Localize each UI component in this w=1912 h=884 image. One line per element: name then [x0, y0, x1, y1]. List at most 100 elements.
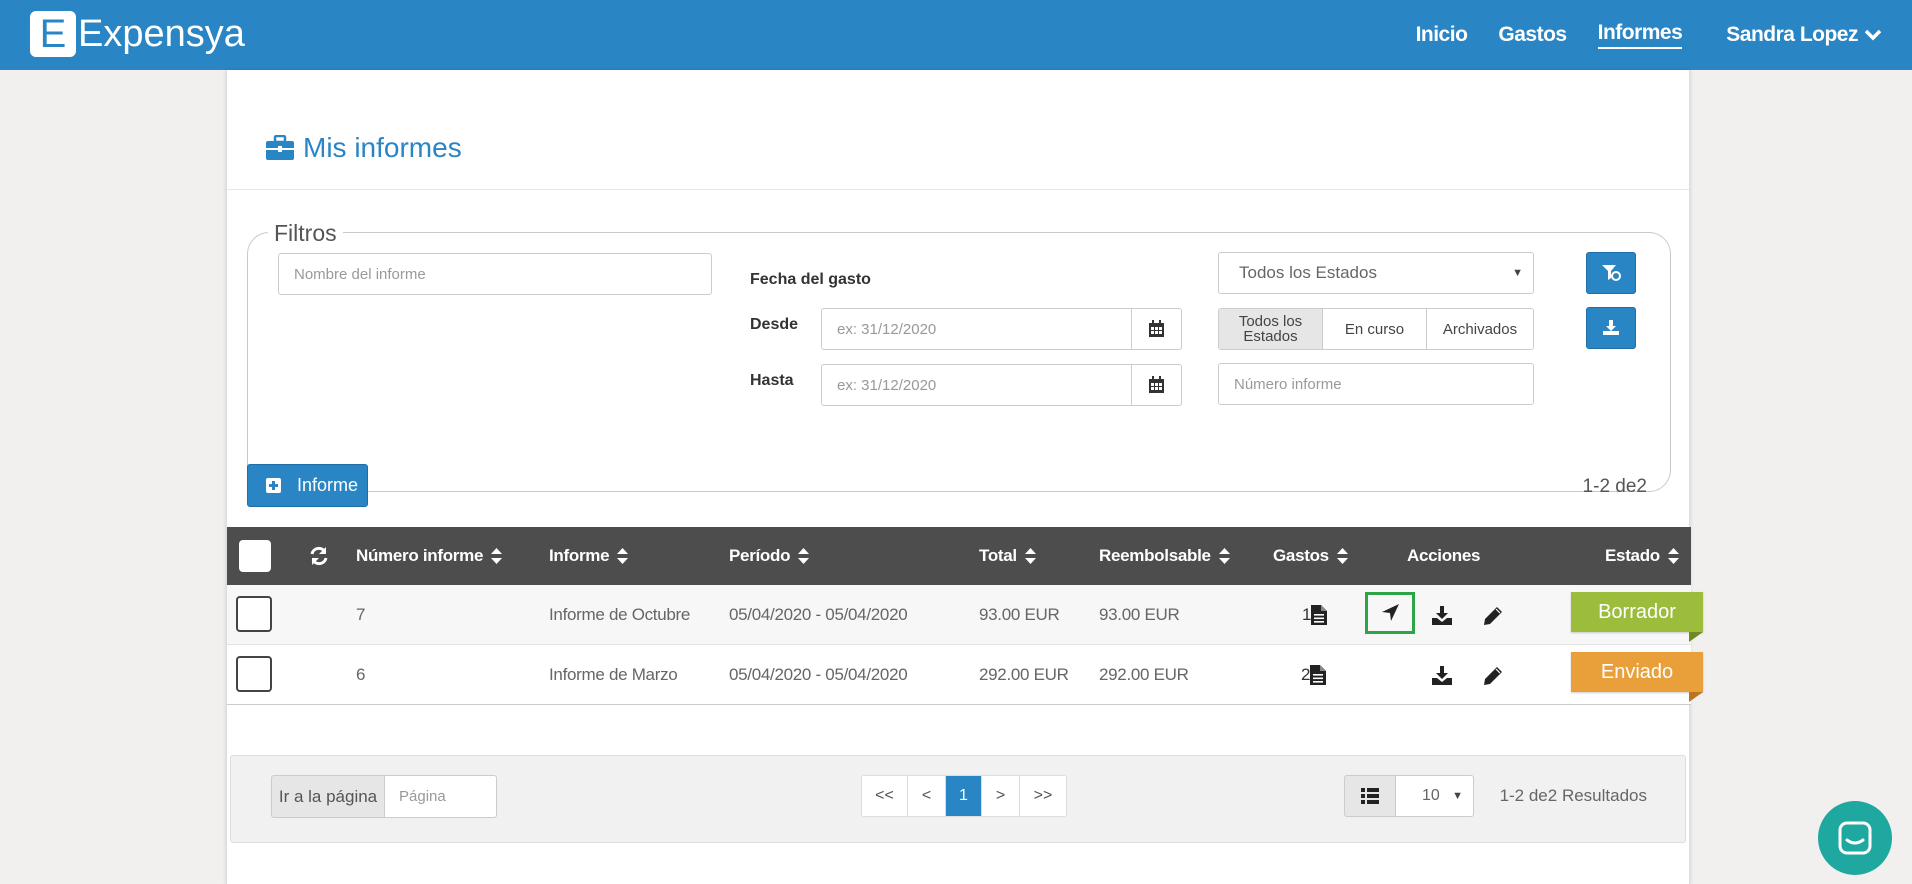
- app-name: Expensya: [78, 12, 245, 55]
- column-label: Acciones: [1407, 546, 1481, 565]
- page-header: Mis informes: [265, 132, 462, 164]
- next-page-button[interactable]: >: [982, 776, 1020, 816]
- status-segmented-control: Todos los Estados En curso Archivados: [1218, 308, 1534, 350]
- row-checkbox[interactable]: [236, 656, 272, 692]
- results-count: 1-2 de2: [1582, 476, 1647, 497]
- from-calendar-button[interactable]: [1132, 308, 1182, 350]
- user-name: Sandra Lopez: [1726, 23, 1858, 46]
- status-badge-tail: [1689, 692, 1703, 702]
- refresh-button[interactable]: [309, 527, 329, 585]
- cell-total: 292.00 EUR: [979, 665, 1069, 684]
- list-icon: [1361, 788, 1379, 804]
- row-checkbox[interactable]: [236, 596, 272, 632]
- edit-report-button[interactable]: [1478, 585, 1508, 645]
- new-report-label: Informe: [297, 475, 359, 495]
- chat-bubble-icon: [1838, 821, 1872, 855]
- cell-total: 93.00 EUR: [979, 605, 1060, 624]
- cell-report-name[interactable]: Informe de Octubre: [549, 585, 690, 645]
- select-all-checkbox[interactable]: [239, 540, 271, 572]
- last-page-button[interactable]: >>: [1020, 776, 1066, 816]
- column-label: Informe: [549, 546, 610, 565]
- goto-page-input[interactable]: Página: [385, 775, 497, 818]
- prev-page-button[interactable]: <: [908, 776, 946, 816]
- sort-icon: [1336, 548, 1348, 564]
- table-row[interactable]: 7 Informe de Octubre 05/04/2020 - 05/04/…: [227, 585, 1703, 645]
- filters-legend: Filtros: [268, 220, 343, 247]
- briefcase-icon: [266, 135, 294, 160]
- column-actions: Acciones: [1407, 527, 1480, 585]
- column-status[interactable]: Estado: [1605, 527, 1679, 585]
- results-summary: 1-2 de2 Resultados: [1499, 786, 1647, 805]
- download-icon: [1603, 320, 1619, 335]
- first-page-button[interactable]: <<: [862, 776, 908, 816]
- column-expenses[interactable]: Gastos: [1273, 527, 1348, 585]
- status-badge: Enviado: [1571, 652, 1703, 692]
- caret-down-icon: ▼: [1452, 790, 1463, 802]
- chat-launcher-button[interactable]: [1818, 801, 1892, 875]
- date-label: Fecha del gasto: [750, 271, 871, 288]
- pencil-icon: [1483, 666, 1502, 685]
- column-report-number[interactable]: Número informe: [356, 527, 503, 585]
- cell-report-name[interactable]: Informe de Marzo: [549, 645, 678, 705]
- sort-icon: [617, 548, 629, 564]
- logo-icon: E: [30, 11, 76, 57]
- filters-panel: Filtros Nombre del informe Fecha del gas…: [247, 220, 1671, 492]
- export-button[interactable]: [1586, 307, 1636, 349]
- apply-filter-button[interactable]: [1586, 252, 1636, 294]
- header-divider: [227, 189, 1689, 190]
- cell-expenses-count[interactable]: 2: [1301, 645, 1327, 705]
- cell-number: 6: [356, 665, 366, 684]
- expenses-count: 2: [1301, 665, 1311, 684]
- column-label: Estado: [1605, 546, 1660, 565]
- status-select-value: Todos los Estados: [1239, 263, 1377, 282]
- per-page-select[interactable]: 10 ▼: [1396, 775, 1474, 817]
- page-1-button[interactable]: 1: [946, 776, 982, 816]
- segment-archived[interactable]: Archivados: [1427, 309, 1533, 349]
- report-number-input[interactable]: Número informe: [1218, 363, 1534, 405]
- download-icon: [1432, 665, 1452, 685]
- download-report-button[interactable]: [1427, 585, 1457, 645]
- column-reimbursable[interactable]: Reembolsable: [1099, 527, 1230, 585]
- new-report-button[interactable]: Informe: [247, 464, 368, 507]
- user-menu[interactable]: Sandra Lopez: [1726, 23, 1882, 47]
- segment-all-statuses[interactable]: Todos los Estados: [1219, 309, 1323, 349]
- top-navbar: E Expensya Inicio Gastos Informes Sandra…: [0, 0, 1912, 70]
- nav-item-gastos[interactable]: Gastos: [1498, 23, 1567, 47]
- to-date-input[interactable]: ex: 31/12/2020: [821, 364, 1132, 406]
- calendar-icon: [1149, 320, 1164, 337]
- cell-expenses-count[interactable]: 1: [1302, 585, 1328, 645]
- document-icon: [1310, 665, 1327, 685]
- from-date-input[interactable]: ex: 31/12/2020: [821, 308, 1132, 350]
- to-calendar-button[interactable]: [1132, 364, 1182, 406]
- column-label: Número informe: [356, 546, 484, 565]
- column-report[interactable]: Informe: [549, 527, 629, 585]
- download-report-button[interactable]: [1427, 645, 1457, 705]
- sort-icon: [798, 548, 810, 564]
- goto-page: Ir a la página Página: [271, 775, 497, 818]
- document-icon: [1311, 605, 1328, 625]
- plus-square-icon: [266, 478, 281, 493]
- report-name-input[interactable]: Nombre del informe: [278, 253, 712, 295]
- app-logo[interactable]: E Expensya: [30, 8, 245, 60]
- nav-item-informes[interactable]: Informes: [1597, 21, 1683, 49]
- column-period[interactable]: Período: [729, 527, 810, 585]
- download-icon: [1432, 605, 1452, 625]
- status-select[interactable]: Todos los Estados ▼: [1218, 252, 1534, 294]
- nav-item-inicio[interactable]: Inicio: [1416, 23, 1468, 47]
- refresh-icon: [310, 546, 328, 566]
- column-total[interactable]: Total: [979, 527, 1036, 585]
- send-report-button[interactable]: [1365, 592, 1415, 634]
- view-controls: 10 ▼: [1344, 775, 1474, 817]
- cell-period: 05/04/2020 - 05/04/2020: [729, 605, 908, 624]
- list-view-button[interactable]: [1344, 775, 1396, 817]
- sort-icon: [1024, 548, 1036, 564]
- cell-number: 7: [356, 605, 366, 624]
- table-row[interactable]: 6 Informe de Marzo 05/04/2020 - 05/04/20…: [227, 645, 1703, 705]
- from-label: Desde: [750, 316, 799, 333]
- pagination-bar: Ir a la página Página << < 1 > >> 10 ▼ 1…: [230, 755, 1686, 843]
- edit-report-button[interactable]: [1478, 645, 1508, 705]
- sort-icon: [1667, 548, 1679, 564]
- segment-in-progress[interactable]: En curso: [1323, 309, 1427, 349]
- cell-reimbursable: 292.00 EUR: [1099, 665, 1189, 684]
- logo-letter: E: [39, 11, 67, 56]
